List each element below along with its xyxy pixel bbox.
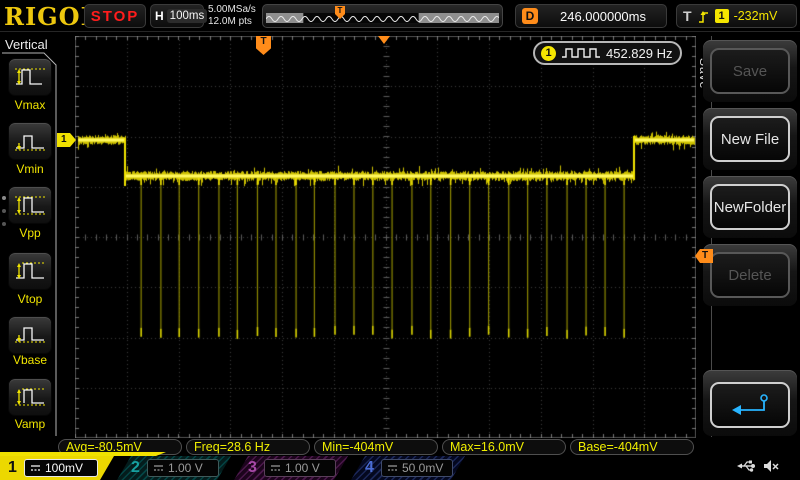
trigger-delay-box[interactable]: D 246.000000ms — [515, 4, 667, 28]
delete-button[interactable]: Delete — [710, 252, 790, 298]
channel-3-number: 3 — [248, 459, 257, 477]
channel-1-scale: 100mV — [45, 461, 83, 475]
return-arrow-icon — [728, 392, 772, 418]
menu-slot — [703, 370, 797, 436]
vpp-icon — [12, 191, 48, 219]
preview-wave-path — [266, 17, 499, 22]
button-vamp-label: Vamp — [0, 417, 60, 431]
graticule-canvas — [75, 36, 696, 438]
frequency-counter: 1 452.829 Hz — [533, 41, 682, 65]
measurement-base: Base=-404mV — [570, 439, 694, 455]
back-button[interactable] — [710, 382, 790, 428]
button-vamp[interactable] — [8, 378, 52, 416]
preview-wave-icon — [266, 13, 499, 23]
channel-3-scale: 1.00 V — [285, 461, 320, 475]
oscilloscope-screen: { "brand": "RIGOL", "top_bar": { "run_st… — [0, 0, 800, 480]
horizontal-timebase-box[interactable]: H 100ms — [150, 4, 204, 28]
button-vpp-label: Vpp — [0, 226, 60, 240]
menu-page-dots — [2, 196, 6, 226]
status-icons — [736, 458, 780, 474]
trigger-level-marker[interactable]: T — [695, 249, 713, 263]
run-stop-indicator[interactable]: STOP — [84, 4, 146, 28]
button-vmax-label: Vmax — [0, 98, 60, 112]
trigger-prefix: T — [683, 8, 692, 24]
channel-4-number: 4 — [365, 459, 374, 477]
delay-value: 246.000000ms — [546, 9, 660, 24]
memory-depth: 12.0M pts — [208, 16, 256, 28]
rising-edge-icon — [697, 9, 710, 24]
channel-4-scale: 50.0mV — [402, 461, 443, 475]
channel-2-number: 2 — [131, 459, 140, 477]
timebase-value: 100ms — [167, 9, 208, 23]
new-folder-button[interactable]: NewFolder — [710, 184, 790, 230]
vmax-icon — [12, 63, 48, 91]
channel-2-status[interactable]: 2 1.00 V — [117, 456, 231, 480]
counter-value: 452.829 Hz — [606, 46, 673, 61]
sound-muted-icon — [763, 458, 780, 474]
square-wave-icon — [561, 47, 601, 59]
usb-icon — [736, 458, 756, 474]
vamp-icon — [12, 383, 48, 411]
button-vmin[interactable] — [8, 122, 52, 160]
active-channel-underline — [0, 452, 166, 456]
menu-slot: Save — [703, 40, 797, 102]
acquisition-info: 5.00MSa/s 12.0M pts — [208, 4, 256, 28]
channel-1-status[interactable]: 1 100mV — [0, 456, 114, 480]
coupling-dc-icon — [30, 464, 41, 473]
horizontal-center-marker — [378, 36, 390, 44]
counter-channel-badge: 1 — [541, 46, 556, 61]
button-vtop[interactable] — [8, 252, 52, 290]
menu-slot: New File — [703, 108, 797, 170]
coupling-dc-icon — [387, 464, 398, 473]
sample-rate: 5.00MSa/s — [208, 4, 256, 16]
save-button[interactable]: Save — [710, 48, 790, 94]
menu-slot: Delete — [703, 244, 797, 306]
measurement-max: Max=16.0mV — [442, 439, 566, 455]
channel-4-status[interactable]: 4 50.0mV — [351, 456, 465, 480]
button-vtop-label: Vtop — [0, 292, 60, 306]
timebase-prefix: H — [155, 9, 164, 23]
coupling-dc-icon — [270, 464, 281, 473]
channel-1-number: 1 — [8, 459, 17, 477]
channel1-position-marker[interactable]: 1 — [57, 133, 76, 147]
button-vmin-label: Vmin — [0, 162, 60, 176]
new-file-button[interactable]: New File — [710, 116, 790, 162]
button-vmax[interactable] — [8, 58, 52, 96]
channel-3-status[interactable]: 3 1.00 V — [234, 456, 348, 480]
vtop-icon — [12, 257, 48, 285]
button-vbase-label: Vbase — [0, 353, 60, 367]
waveform-position-preview[interactable]: T — [262, 4, 503, 28]
vmin-icon — [12, 127, 48, 155]
delay-icon: D — [522, 8, 538, 24]
channel-2-scale: 1.00 V — [168, 461, 203, 475]
trigger-level-value: -232mV — [734, 9, 778, 23]
trigger-source-badge: 1 — [715, 9, 729, 23]
measurement-freq: Freq=28.6 Hz — [186, 439, 310, 455]
menu-slot: NewFolder — [703, 176, 797, 238]
button-vpp[interactable] — [8, 186, 52, 224]
coupling-dc-icon — [153, 464, 164, 473]
top-status-bar: RIGOL STOP H 100ms 5.00MSa/s 12.0M pts T… — [0, 0, 800, 32]
vbase-icon — [12, 321, 48, 349]
trigger-settings-box[interactable]: T 1 -232mV — [676, 4, 797, 28]
button-vbase[interactable] — [8, 316, 52, 354]
measurement-min: Min=-404mV — [314, 439, 438, 455]
